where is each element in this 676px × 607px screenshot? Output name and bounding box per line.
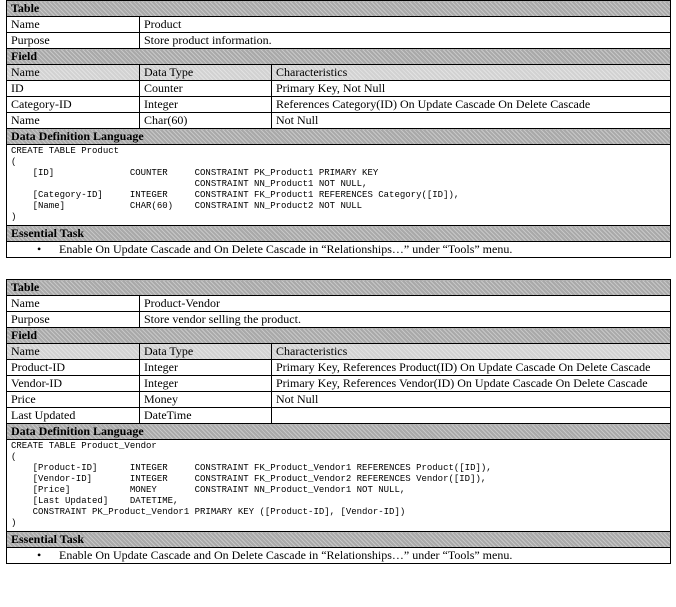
section-header-field: Field xyxy=(5,48,672,65)
bullet-icon: • xyxy=(37,242,42,256)
essential-task-text: Enable On Update Cascade and On Delete C… xyxy=(59,242,513,256)
field-characteristics: Not Null xyxy=(270,391,672,408)
column-header-data-type: Data Type xyxy=(139,343,272,360)
field-name: Price xyxy=(6,391,140,408)
table-name-value: Product xyxy=(138,16,672,33)
field-type: Integer xyxy=(139,96,272,113)
name-label: Name xyxy=(6,295,140,312)
field-type: Integer xyxy=(139,359,272,376)
field-type: Money xyxy=(139,391,272,408)
ddl-code-block: CREATE TABLE Product ( [ID] COUNTER CONS… xyxy=(11,146,460,222)
essential-task-text: Enable On Update Cascade and On Delete C… xyxy=(59,548,513,562)
essential-task-item: • Enable On Update Cascade and On Delete … xyxy=(5,241,672,258)
field-name: Last Updated xyxy=(6,407,140,424)
field-row: Product-ID Integer Primary Key, Referenc… xyxy=(6,359,672,376)
field-row: Vendor-ID Integer Primary Key, Reference… xyxy=(6,375,672,392)
field-characteristics: Not Null xyxy=(270,112,672,129)
field-characteristics: Primary Key, Not Null xyxy=(270,80,672,97)
section-header-ddl: Data Definition Language xyxy=(5,423,672,440)
field-name: ID xyxy=(6,80,140,97)
section-header-table: Table xyxy=(5,279,672,296)
field-characteristics: References Category(ID) On Update Cascad… xyxy=(270,96,672,113)
field-name: Category-ID xyxy=(6,96,140,113)
column-header-characteristics: Characteristics xyxy=(270,64,672,81)
column-header-name: Name xyxy=(6,343,140,360)
purpose-label: Purpose xyxy=(6,311,140,328)
field-row: ID Counter Primary Key, Not Null xyxy=(6,80,672,97)
name-label: Name xyxy=(6,16,140,33)
column-header-characteristics: Characteristics xyxy=(270,343,672,360)
table-purpose-value: Store vendor selling the product. xyxy=(138,311,672,328)
section-header-essential-task: Essential Task xyxy=(5,531,672,548)
field-type: Integer xyxy=(139,375,272,392)
field-type: Counter xyxy=(139,80,272,97)
section-header-essential-task: Essential Task xyxy=(5,225,672,242)
field-row: Name Char(60) Not Null xyxy=(6,112,672,129)
field-type: DateTime xyxy=(139,407,272,424)
field-type: Char(60) xyxy=(139,112,272,129)
column-header-name: Name xyxy=(6,64,140,81)
section-header-table: Table xyxy=(5,0,672,17)
column-header-data-type: Data Type xyxy=(139,64,272,81)
table-spec-product: Table Name Product Purpose Store product… xyxy=(5,0,672,258)
field-row: Category-ID Integer References Category(… xyxy=(6,96,672,113)
field-characteristics: Primary Key, References Vendor(ID) On Up… xyxy=(270,375,672,392)
field-name: Name xyxy=(6,112,140,129)
field-name: Product-ID xyxy=(6,359,140,376)
field-characteristics: Primary Key, References Product(ID) On U… xyxy=(270,359,672,376)
field-row: Last Updated DateTime xyxy=(6,407,672,424)
field-name: Vendor-ID xyxy=(6,375,140,392)
section-header-field: Field xyxy=(5,327,672,344)
ddl-code-block: CREATE TABLE Product_Vendor ( [Product-I… xyxy=(11,441,492,528)
field-characteristics xyxy=(270,407,672,424)
table-purpose-value: Store product information. xyxy=(138,32,672,49)
table-spec-product-vendor: Table Name Product-Vendor Purpose Store … xyxy=(5,279,672,564)
field-row: Price Money Not Null xyxy=(6,391,672,408)
section-header-ddl: Data Definition Language xyxy=(5,128,672,145)
purpose-label: Purpose xyxy=(6,32,140,49)
essential-task-item: • Enable On Update Cascade and On Delete … xyxy=(5,547,672,564)
table-name-value: Product-Vendor xyxy=(138,295,672,312)
bullet-icon: • xyxy=(37,548,42,562)
